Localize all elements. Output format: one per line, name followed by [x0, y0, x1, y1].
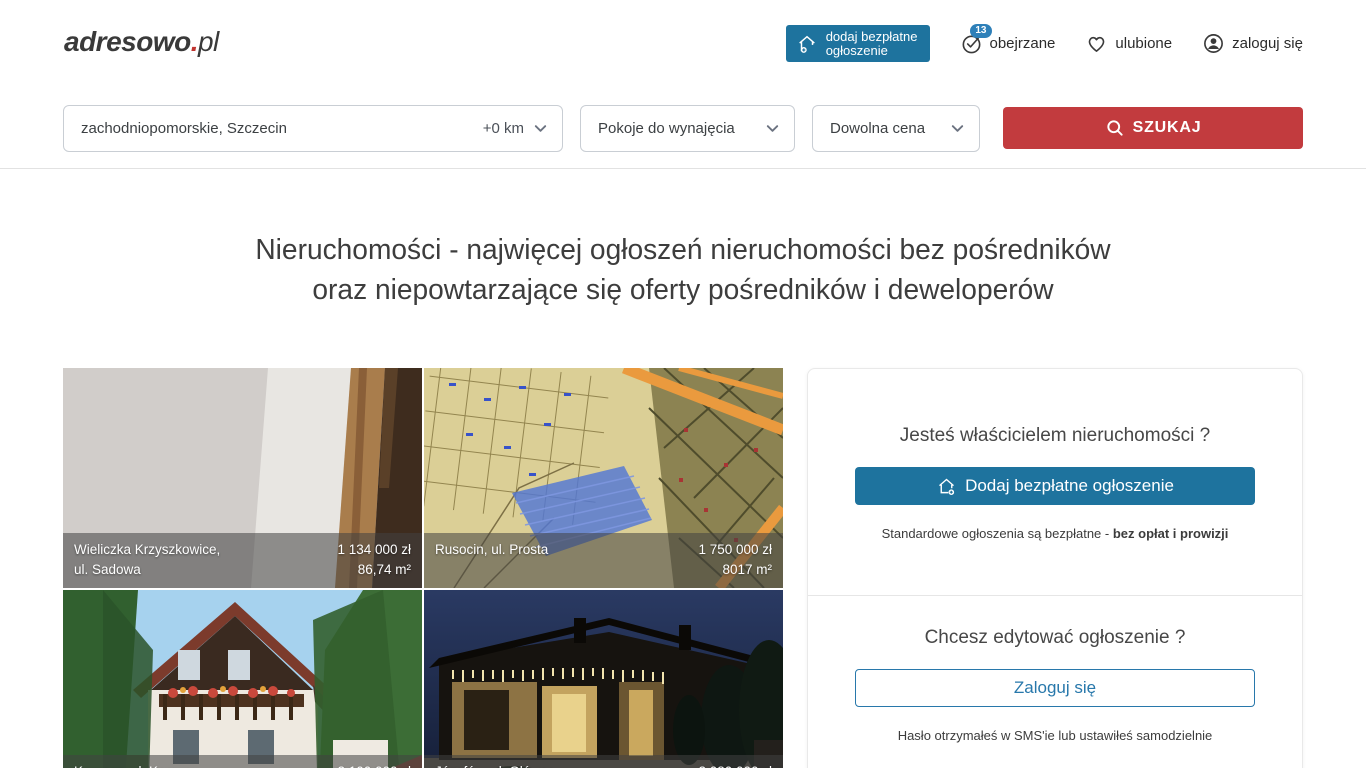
- listing-card-wieliczka[interactable]: Wieliczka Krzyszkowice, ul. Sadowa 1 134…: [63, 368, 422, 588]
- owner-section: Jesteś właścicielem nieruchomości ? Doda…: [808, 425, 1302, 541]
- section-divider: [0, 168, 1366, 169]
- listing-location: Rusocin, ul. Prosta: [435, 540, 548, 560]
- radius-select[interactable]: +0 km: [483, 120, 548, 137]
- page-title-line1: Nieruchomości - najwięcej ogłoszeń nieru…: [255, 234, 1110, 266]
- price-select[interactable]: Dowolna cena: [812, 105, 980, 152]
- location-input[interactable]: zachodniopomorskie, Szczecin +0 km: [63, 105, 563, 152]
- listing-overlay: Józefów, ul. Główna 2 080 000 zł: [424, 755, 783, 768]
- listing-price: 1 750 000 zł: [698, 540, 772, 560]
- search-button-label: SZUKAJ: [1133, 119, 1202, 137]
- page-title: Nieruchomości - najwięcej ogłoszeń nieru…: [20, 230, 1345, 310]
- logo-tld: pl: [198, 26, 219, 57]
- page-title-line2: oraz niepowtarzające się oferty pośredni…: [312, 274, 1053, 306]
- listing-card-karpacz[interactable]: Karpacz, ul. Komuny 2 100 000 zł: [63, 590, 422, 768]
- listing-area: 8017 m²: [698, 560, 772, 580]
- listings-grid: Wieliczka Krzyszkowice, ul. Sadowa 1 134…: [63, 368, 783, 768]
- listing-photo-house-day: [63, 590, 422, 768]
- price-value: Dowolna cena: [830, 120, 925, 137]
- owner-panel: Jesteś właścicielem nieruchomości ? Doda…: [807, 368, 1303, 768]
- listing-price: 2 100 000 zł: [337, 762, 411, 768]
- listing-overlay: Rusocin, ul. Prosta 1 750 000 zł 8017 m²: [424, 533, 783, 588]
- edit-section: Chcesz edytować ogłoszenie ? Zaloguj się…: [808, 627, 1302, 743]
- owner-note: Standardowe ogłoszenia są bezpłatne - be…: [808, 526, 1302, 541]
- listing-location: Karpacz, ul. Komuny: [74, 762, 199, 768]
- add-listing-button[interactable]: dodaj bezpłatne ogłoszenie: [786, 25, 930, 62]
- edit-note: Hasło otrzymałeś w SMS'ie lub ustawiłeś …: [808, 728, 1302, 743]
- heart-icon: [1085, 32, 1108, 55]
- login-link[interactable]: zaloguj się: [1202, 32, 1303, 55]
- property-type-select[interactable]: Pokoje do wynajęcia: [580, 105, 795, 152]
- login-button[interactable]: Zaloguj się: [855, 669, 1255, 707]
- listing-overlay: Karpacz, ul. Komuny 2 100 000 zł: [63, 755, 422, 768]
- login-button-label: Zaloguj się: [1014, 678, 1096, 698]
- logo-name: adresowo: [64, 26, 191, 57]
- favorites-link[interactable]: ulubione: [1085, 32, 1172, 55]
- house-plus-icon: [796, 33, 818, 55]
- owner-title: Jesteś właścicielem nieruchomości ?: [808, 425, 1302, 447]
- listing-overlay: Wieliczka Krzyszkowice, ul. Sadowa 1 134…: [63, 533, 422, 588]
- chevron-down-icon: [533, 121, 548, 136]
- property-type-value: Pokoje do wynajęcia: [598, 120, 735, 137]
- search-button[interactable]: SZUKAJ: [1003, 107, 1303, 149]
- radius-value: +0 km: [483, 120, 524, 137]
- listing-card-rusocin[interactable]: Rusocin, ul. Prosta 1 750 000 zł 8017 m²: [424, 368, 783, 588]
- listing-price: 1 134 000 zł: [337, 540, 411, 560]
- user-circle-icon: [1202, 32, 1225, 55]
- listing-price: 2 080 000 zł: [698, 762, 772, 768]
- logo-dot: .: [191, 26, 198, 57]
- listing-street: ul. Sadowa: [74, 560, 220, 580]
- listing-photo-house-night: [424, 590, 783, 768]
- listing-location: Wieliczka Krzyszkowice,: [74, 540, 220, 560]
- house-plus-icon: [936, 476, 957, 497]
- viewed-count-badge: 13: [970, 24, 991, 38]
- listing-area: 86,74 m²: [337, 560, 411, 580]
- adresowo-homepage: adresowo.pl dodaj bezpłatne ogłoszenie: [0, 0, 1366, 768]
- location-value: zachodniopomorskie, Szczecin: [81, 120, 483, 137]
- logo[interactable]: adresowo.pl: [64, 26, 219, 58]
- listing-card-jozefow[interactable]: Józefów, ul. Główna 2 080 000 zł: [424, 590, 783, 768]
- edit-title: Chcesz edytować ogłoszenie ?: [808, 627, 1302, 649]
- chevron-down-icon: [950, 121, 965, 136]
- check-circle-icon: 13: [960, 32, 983, 55]
- header-actions: dodaj bezpłatne ogłoszenie 13 obejrzane: [786, 25, 1303, 62]
- login-label: zaloguj się: [1232, 35, 1303, 52]
- listing-location: Józefów, ul. Główna: [435, 762, 555, 768]
- viewed-label: obejrzane: [990, 35, 1056, 52]
- card-divider: [808, 595, 1302, 596]
- add-free-listing-button[interactable]: Dodaj bezpłatne ogłoszenie: [855, 467, 1255, 505]
- add-listing-label: dodaj bezpłatne ogłoszenie: [826, 30, 918, 58]
- search-icon: [1105, 118, 1125, 138]
- header: adresowo.pl dodaj bezpłatne ogłoszenie: [0, 0, 1366, 88]
- add-free-listing-label: Dodaj bezpłatne ogłoszenie: [965, 476, 1174, 496]
- viewed-link[interactable]: 13 obejrzane: [960, 32, 1056, 55]
- chevron-down-icon: [765, 121, 780, 136]
- favorites-label: ulubione: [1115, 35, 1172, 52]
